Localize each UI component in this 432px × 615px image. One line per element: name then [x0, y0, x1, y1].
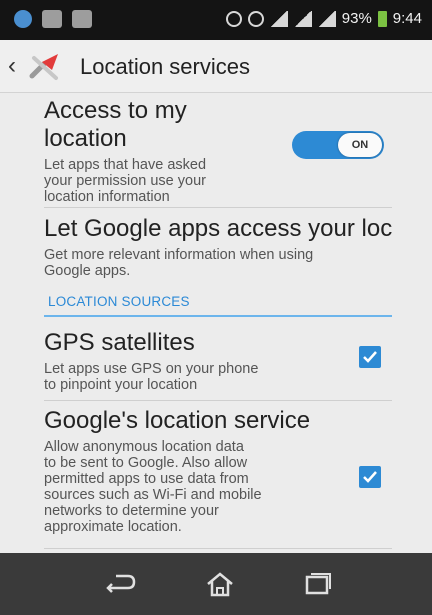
cellular-signal-2-icon [317, 10, 336, 27]
gps-row[interactable]: GPS satellites Let apps use GPS on your … [44, 329, 342, 393]
gps-title: GPS satellites [44, 329, 195, 356]
phone-screen: 93% 9:44 ‹ Location services Access to m… [0, 0, 432, 615]
home-icon[interactable] [202, 570, 238, 598]
google-location-service-checkbox[interactable] [359, 466, 381, 488]
google-location-service-desc-line: approximate location. [44, 519, 182, 535]
google-location-service-desc-line: networks to determine your [44, 503, 219, 519]
navigation-bar [0, 553, 432, 615]
clock-icon [247, 10, 264, 27]
gps-desc-line2: to pinpoint your location [44, 377, 198, 393]
gps-checkbox[interactable] [359, 346, 381, 368]
system-icons: 93% 9:44 [225, 10, 422, 27]
notification-icons [14, 10, 92, 28]
battery-icon [377, 10, 387, 27]
access-location-title-line2: location [44, 125, 127, 152]
checkmark-icon [363, 471, 377, 483]
access-location-desc-line3: location information [44, 189, 170, 205]
access-location-title-line1: Access to my [44, 97, 187, 124]
google-location-service-row[interactable]: Google's location service Allow anonymou… [44, 407, 352, 535]
wifi-signal-icon [269, 10, 288, 27]
divider [44, 548, 392, 549]
clock-time: 9:44 [392, 10, 422, 27]
access-location-row[interactable]: Access to my location Let apps that have… [44, 97, 312, 205]
notification-app-icon [14, 10, 32, 28]
gps-desc-line1: Let apps use GPS on your phone [44, 361, 259, 377]
divider [44, 400, 392, 401]
toggle-state-label: ON [338, 133, 382, 157]
page-title: Location services [80, 54, 250, 79]
location-toggle[interactable]: ON [292, 131, 384, 159]
access-location-desc-line1: Let apps that have asked [44, 157, 207, 173]
battery-percent: 93% [341, 10, 372, 27]
app-bar: ‹ Location services [0, 40, 432, 93]
divider [44, 207, 392, 208]
section-divider [44, 315, 392, 317]
back-arrow-icon[interactable] [102, 570, 138, 598]
checkmark-icon [363, 351, 377, 363]
google-apps-row[interactable]: Let Google apps access your loc Get more… [44, 215, 402, 279]
chevron-left-icon[interactable]: ‹ [8, 52, 16, 80]
location-settings-icon[interactable] [28, 50, 66, 82]
google-location-service-desc-line: to be sent to Google. Also allow [44, 455, 248, 471]
google-location-service-desc-line: permitted apps to use data from [44, 471, 249, 487]
image-notification-icon [42, 10, 62, 28]
recent-apps-icon[interactable] [300, 570, 336, 598]
access-location-desc-line2: your permission use your [44, 173, 206, 189]
google-location-service-desc-line: Allow anonymous location data [44, 439, 244, 455]
section-header-location-sources: LOCATION SOURCES [48, 294, 190, 309]
google-location-service-desc-line: sources such as Wi-Fi and mobile [44, 487, 262, 503]
google-apps-desc-line2: Google apps. [44, 263, 131, 279]
google-apps-title: Let Google apps access your loc [44, 215, 393, 242]
alarm-icon [225, 10, 242, 27]
google-apps-desc-line1: Get more relevant information when using [44, 247, 314, 263]
google-location-service-title: Google's location service [44, 407, 311, 434]
keyboard-notification-icon [72, 10, 92, 28]
cellular-signal-icon [293, 10, 312, 27]
settings-list: Access to my location Let apps that have… [0, 93, 432, 553]
status-bar: 93% 9:44 [0, 0, 432, 40]
